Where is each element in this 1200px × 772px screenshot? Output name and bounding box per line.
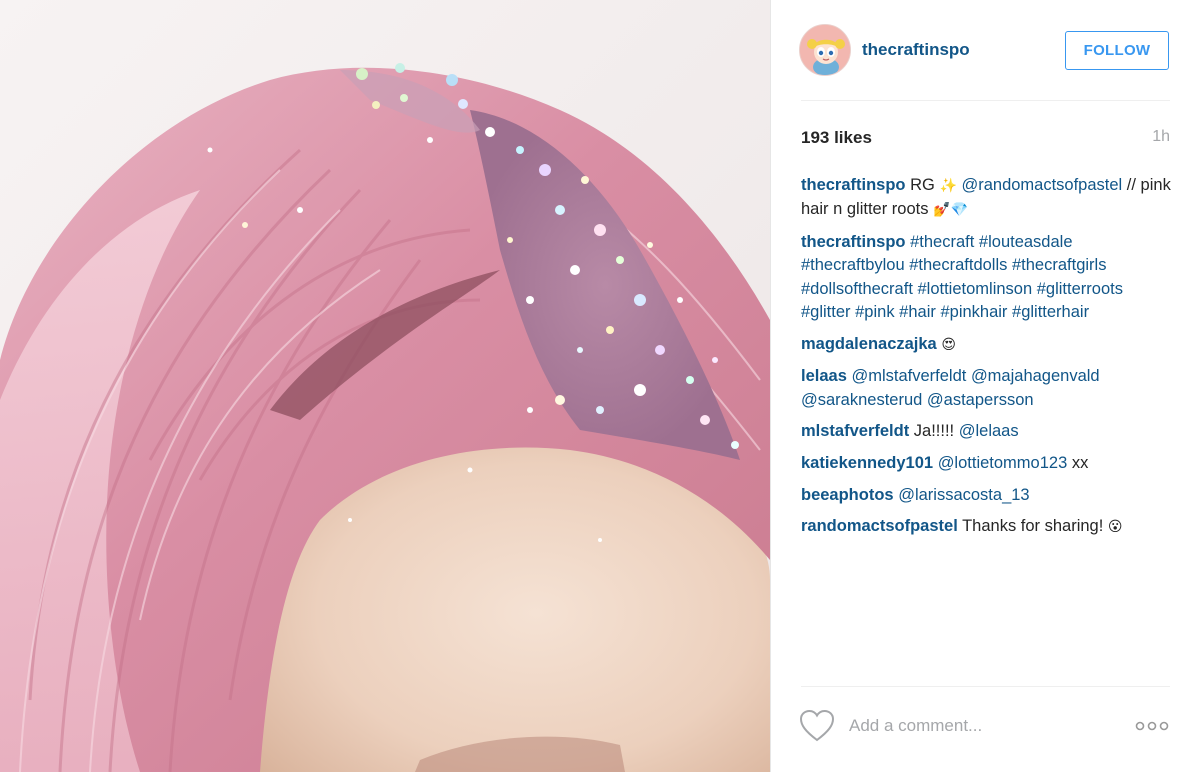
comment-item: thecraftinspo #thecraft #louteasdale #th…	[801, 231, 1173, 324]
hashtag-link[interactable]: #thecraftdolls	[909, 256, 1007, 274]
post-side-panel: thecraftinspo FOLLOW 193 likes 1h thecra…	[771, 0, 1200, 772]
mention-link[interactable]: @lelaas	[959, 422, 1019, 440]
mention-link[interactable]: @larissacosta_13	[898, 486, 1029, 504]
post-header: thecraftinspo FOLLOW	[771, 0, 1200, 100]
comment-username[interactable]: beeaphotos	[801, 486, 894, 504]
follow-button[interactable]: FOLLOW	[1065, 31, 1169, 70]
comment-item: katiekennedy101 @lottietommo123 xx	[801, 452, 1173, 475]
comment-username[interactable]: lelaas	[801, 367, 847, 385]
hashtag-link[interactable]: #thecraftbylou	[801, 256, 905, 274]
comment-username[interactable]: mlstafverfeldt	[801, 422, 909, 440]
mention-link[interactable]: @astapersson	[927, 391, 1034, 409]
post-time[interactable]: 1h	[1152, 128, 1170, 146]
mention-link[interactable]: @lottietommo123	[938, 454, 1068, 472]
comment-item: thecraftinspo RG ✨ @randomactsofpastel /…	[801, 174, 1173, 223]
comment-text: Thanks for sharing!	[957, 517, 1108, 536]
hashtag-link[interactable]: #glitter	[801, 303, 851, 321]
comment-text: RG	[905, 176, 940, 194]
hashtag-link[interactable]: #lottietomlinson	[918, 280, 1033, 298]
comment-item: lelaas @mlstafverfeldt @majahagenvald @s…	[801, 365, 1173, 412]
comment-username[interactable]: magdalenaczajka	[801, 335, 937, 353]
hashtag-link[interactable]: #louteasdale	[979, 233, 1073, 251]
comment-username[interactable]: katiekennedy101	[801, 454, 933, 472]
hashtag-link[interactable]: #glitterroots	[1037, 280, 1123, 298]
avatar[interactable]	[799, 24, 851, 76]
cartoon-avatar-icon	[800, 25, 850, 75]
likes-count[interactable]: 193 likes	[801, 128, 872, 148]
hashtag-link[interactable]: #pink	[855, 303, 894, 321]
add-comment-input[interactable]	[849, 712, 1089, 740]
comment-username[interactable]: randomactsofpastel	[801, 517, 958, 535]
comment-item: mlstafverfeldt Ja!!!!! @lelaas	[801, 420, 1173, 443]
mention-link[interactable]: @randomactsofpastel	[961, 176, 1122, 194]
emoji: 😍	[941, 336, 956, 353]
pink-glitter-hair-photo	[0, 0, 770, 772]
comment-item: beeaphotos @larissacosta_13	[801, 484, 1173, 507]
comment-username[interactable]: thecraftinspo	[801, 176, 906, 194]
mention-link[interactable]: @majahagenvald	[971, 367, 1100, 385]
hashtag-link[interactable]: #hair	[899, 303, 936, 321]
hashtag-link[interactable]: #thecraft	[910, 233, 974, 251]
post-username[interactable]: thecraftinspo	[862, 40, 970, 60]
hashtag-link[interactable]: #pinkhair	[940, 303, 1007, 321]
emoji: 😮	[1107, 519, 1123, 536]
hashtag-link[interactable]: #glitterhair	[1012, 303, 1089, 321]
comment-text: Ja!!!!!	[909, 422, 959, 441]
more-options-icon[interactable]	[1134, 716, 1170, 736]
comment-item: randomactsofpastel Thanks for sharing! 😮	[801, 515, 1173, 539]
header-divider	[801, 100, 1170, 101]
mention-link[interactable]: @mlstafverfeldt	[851, 367, 966, 385]
comment-text: xx	[1067, 453, 1089, 472]
comment-username[interactable]: thecraftinspo	[801, 233, 906, 251]
hashtag-link[interactable]: #dollsofthecraft	[801, 280, 913, 298]
footer-divider	[801, 686, 1170, 687]
hashtag-link[interactable]: #thecraftgirls	[1012, 256, 1106, 274]
heart-outline-icon[interactable]	[799, 709, 835, 743]
post-photo	[0, 0, 770, 772]
comment-item: magdalenaczajka 😍	[801, 333, 1173, 357]
instagram-post-view: thecraftinspo FOLLOW 193 likes 1h thecra…	[0, 0, 1200, 772]
mention-link[interactable]: @saraknesterud	[801, 391, 922, 409]
comments-list: thecraftinspo RG ✨ @randomactsofpastel /…	[801, 174, 1173, 548]
emoji: ✨	[939, 178, 957, 194]
emoji: 💅💎	[933, 202, 968, 219]
